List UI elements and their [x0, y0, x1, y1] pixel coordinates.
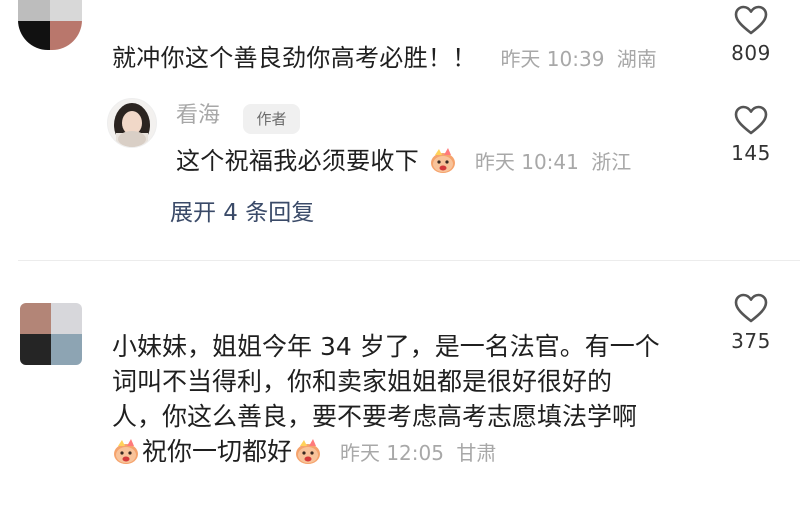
- reply-comment: 这个祝福我必须要收下 昨天 10:41 浙江: [176, 146, 631, 174]
- avatar[interactable]: [20, 303, 82, 365]
- comment-location: 浙江: [591, 150, 632, 174]
- comment-text: 祝你一切都好: [142, 437, 293, 466]
- author-name[interactable]: 看海: [176, 104, 220, 128]
- like-count: 145: [731, 141, 771, 165]
- expand-replies-link[interactable]: 展开 4 条回复: [170, 199, 314, 227]
- comment-text: 小妹妹，姐姐今年 34 岁了，是一名法官。有一个: [112, 332, 660, 361]
- comment-last-line: 祝你一切都好 昨天 12:05 甘肃: [112, 434, 712, 469]
- comment-date: 昨天 12:05: [339, 441, 444, 465]
- comment-2: 小妹妹，姐姐今年 34 岁了，是一名法官。有一个 词叫不当得利，你和卖家姐姐都是…: [112, 329, 712, 469]
- heart-outline-icon[interactable]: [733, 292, 769, 324]
- divider: [18, 260, 800, 261]
- comment-text: 就冲你这个善良劲你高考必胜！！: [112, 44, 477, 72]
- comment-date: 昨天 10:39: [500, 47, 605, 71]
- heart-outline-icon[interactable]: [733, 4, 769, 36]
- comment-date: 昨天 10:41: [474, 150, 579, 174]
- like-block: 145: [721, 104, 781, 164]
- celebrate-emoji: [114, 439, 138, 464]
- avatar[interactable]: [107, 98, 157, 148]
- like-count: 375: [731, 329, 771, 353]
- comment-location: 甘肃: [456, 441, 497, 465]
- like-block: 375: [721, 292, 781, 352]
- comment-location: 湖南: [616, 47, 657, 71]
- author-badge: 作者: [243, 104, 300, 134]
- celebrate-emoji: [430, 148, 455, 173]
- avatar[interactable]: [18, 0, 82, 50]
- like-count: 809: [731, 41, 771, 65]
- heart-outline-icon[interactable]: [733, 104, 769, 136]
- comment-text: 词叫不当得利，你和卖家姐姐都是很好很好的: [112, 367, 613, 396]
- celebrate-emoji: [296, 439, 321, 464]
- comment-text: 人，你这么善良，要不要考虑高考志愿填法学啊: [112, 402, 638, 431]
- comment-1: 就冲你这个善良劲你高考必胜！！ 昨天 10:39 湖南: [112, 46, 657, 71]
- like-block: 809: [721, 4, 781, 64]
- comment-text: 这个祝福我必须要收下: [176, 147, 419, 175]
